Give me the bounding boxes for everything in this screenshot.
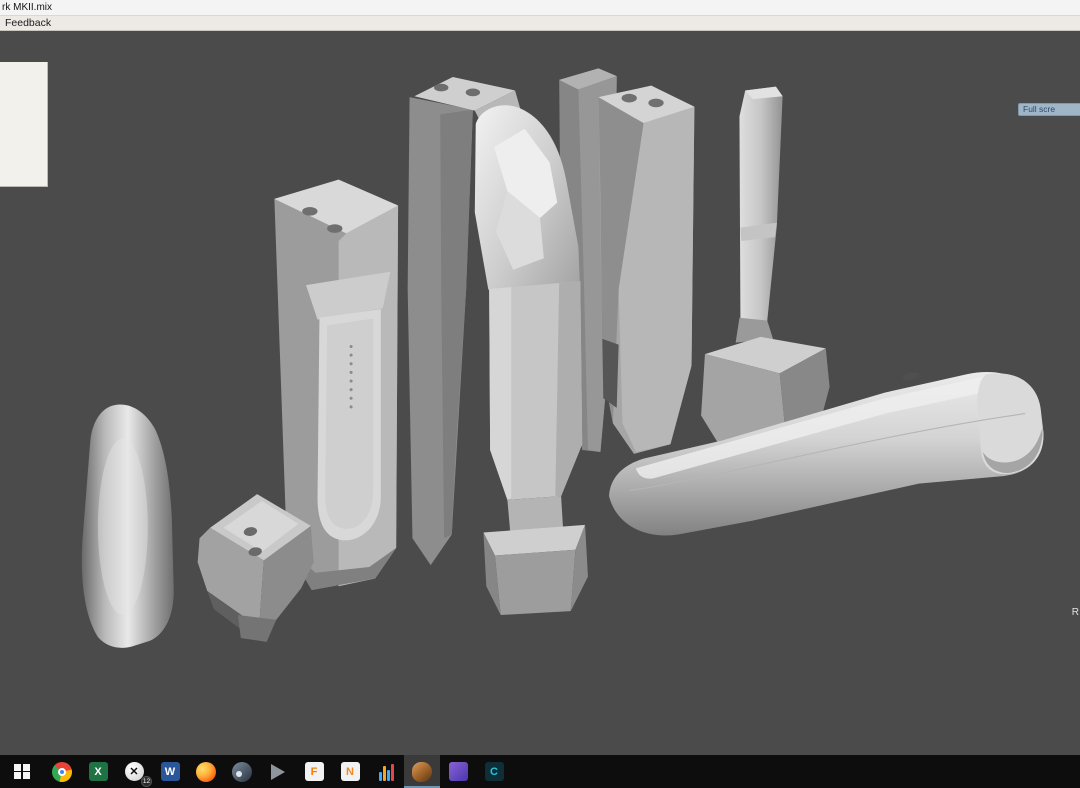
menu-feedback[interactable]: Feedback [0, 17, 56, 29]
xbox-badge: 12 [141, 776, 152, 787]
window-title: rk MKII.mix [2, 2, 52, 13]
word-icon[interactable]: W [152, 755, 188, 788]
right-edge-label: R [1071, 607, 1079, 618]
f-app-icon[interactable]: F [296, 755, 332, 788]
start-button[interactable] [0, 755, 44, 788]
firefox-icon[interactable] [188, 755, 224, 788]
cura-icon[interactable]: C [476, 755, 512, 788]
meshmixer-icon[interactable] [404, 755, 440, 788]
left-panel [0, 62, 48, 187]
play-icon[interactable] [260, 755, 296, 788]
excel-icon[interactable]: X [80, 755, 116, 788]
meshmixer-window: rk MKII.mix Feedback Full scre R X ✕ 12 … [0, 0, 1080, 788]
windows-logo-icon [14, 763, 30, 780]
taskbar: X ✕ 12 W F N C [0, 755, 1080, 788]
n-app-icon[interactable]: N [332, 755, 368, 788]
model-canvas[interactable] [0, 31, 1080, 755]
part-rod-assembly[interactable] [701, 86, 830, 466]
window-titlebar[interactable]: rk MKII.mix [0, 0, 1080, 16]
fullscreen-button[interactable]: Full scre [1018, 103, 1080, 116]
menu-bar: Feedback [0, 16, 1080, 31]
xbox-icon[interactable]: ✕ 12 [116, 755, 152, 788]
part-grip[interactable] [81, 404, 174, 648]
purple-app-icon[interactable] [440, 755, 476, 788]
equalizer-icon[interactable] [368, 755, 404, 788]
steam-icon[interactable] [224, 755, 260, 788]
viewport-3d[interactable]: Full scre R [0, 31, 1080, 755]
part-receiver-column[interactable] [598, 85, 695, 454]
chrome-icon[interactable] [44, 755, 80, 788]
